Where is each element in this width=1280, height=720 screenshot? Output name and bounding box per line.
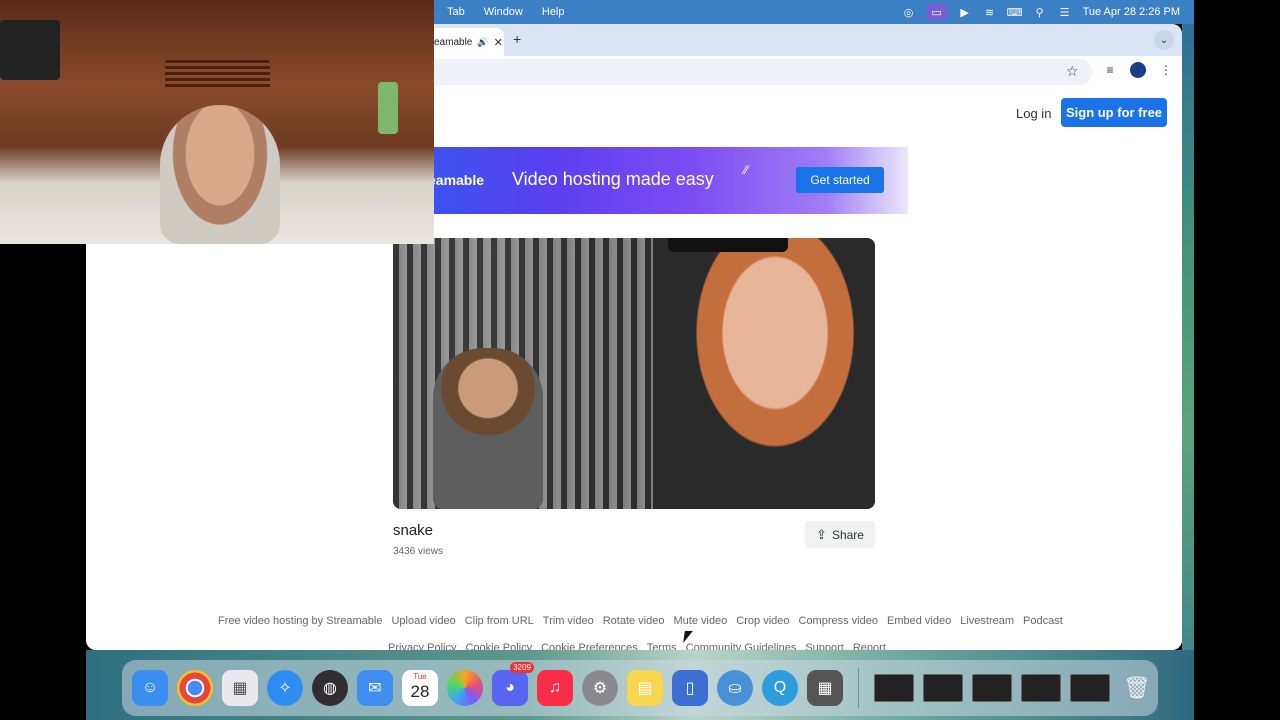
calendar-day: Tue xyxy=(413,672,427,681)
footer-link[interactable]: Cookie Policy xyxy=(465,642,532,650)
tab-streamable[interactable]: eamable 🔊 ✕ xyxy=(424,28,504,56)
wifi-icon[interactable]: ≋ xyxy=(983,6,997,19)
footer-link[interactable]: Community Guidelines xyxy=(686,642,797,650)
video-frame-person-right xyxy=(653,238,875,509)
footer-link[interactable]: Report xyxy=(853,642,886,650)
launchpad-icon[interactable]: ▦ xyxy=(222,670,258,706)
play-icon[interactable]: ▶ xyxy=(958,6,972,19)
video-frame-person-left xyxy=(433,348,543,509)
discord-icon[interactable]: ◕ 3209 xyxy=(492,662,534,706)
search-icon[interactable]: ⚲ xyxy=(1033,6,1047,19)
minimized-window-thumbnail[interactable] xyxy=(972,674,1012,702)
video-title: snake xyxy=(393,522,434,539)
footer-link[interactable]: Podcast xyxy=(1023,615,1063,627)
notes-icon[interactable]: ▤ xyxy=(627,670,663,706)
webcam-vent xyxy=(165,60,270,90)
webcam-person xyxy=(160,105,280,244)
video-frame-glasses xyxy=(668,238,788,252)
mail-icon[interactable]: ✉ xyxy=(357,670,393,706)
footer-link[interactable]: Rotate video xyxy=(603,615,665,627)
close-icon[interactable]: ✕ xyxy=(494,36,503,49)
banner-brand: eamable xyxy=(428,172,485,188)
chevron-down-icon[interactable]: ⌄ xyxy=(1154,30,1174,50)
footer-link[interactable]: Mute video xyxy=(673,615,727,627)
calculator-icon[interactable]: ▦ xyxy=(807,670,843,706)
share-icon: ⇪ xyxy=(816,526,827,542)
desktop-wallpaper xyxy=(1182,0,1194,720)
chrome-icon[interactable] xyxy=(177,670,213,706)
dock: ☺ ▦ ✧ ◍ ✉ Tue 28 ◕ 3209 ♫ ⚙ ▤ ▯ ⛀ Q ▦ 🗑 xyxy=(122,660,1158,716)
minimized-window-thumbnail[interactable] xyxy=(874,674,914,702)
screen-record-icon[interactable]: ▭ xyxy=(926,4,947,20)
profile-avatar[interactable]: i xyxy=(1130,62,1146,78)
settings-icon[interactable]: ⚙ xyxy=(582,670,618,706)
mouse-cursor xyxy=(683,631,693,643)
screen: Tab Window Help ◎ ▭ ▶ ≋ ⌨ ⚲ ☰ Tue Apr 28… xyxy=(0,0,1280,720)
quicktime-icon[interactable]: Q xyxy=(762,670,798,706)
creative-cloud-icon[interactable]: ◎ xyxy=(902,6,916,19)
dock-divider xyxy=(858,668,859,708)
menu-window[interactable]: Window xyxy=(484,6,523,18)
calendar-date: 28 xyxy=(410,682,430,701)
webcam-radio-panel xyxy=(0,20,60,80)
safari-icon[interactable]: ✧ xyxy=(267,670,303,706)
obs-icon[interactable]: ◍ xyxy=(312,670,348,706)
calendar-icon[interactable]: Tue 28 xyxy=(402,670,438,706)
control-center-icon[interactable]: ☰ xyxy=(1058,6,1072,19)
menu-help[interactable]: Help xyxy=(542,6,565,18)
get-started-button[interactable]: Get started xyxy=(796,167,884,193)
media-controls-icon[interactable]: ≡ xyxy=(1102,62,1118,78)
minimized-window-thumbnail[interactable] xyxy=(1021,674,1061,702)
menu-bar: Tab Window Help ◎ ▭ ▶ ≋ ⌨ ⚲ ☰ Tue Apr 28… xyxy=(434,0,1194,24)
webcam-bottle xyxy=(378,82,398,134)
more-menu-icon[interactable]: ⋮ xyxy=(1158,62,1174,78)
footer-link[interactable]: Free video hosting by Streamable xyxy=(218,615,382,627)
video-views: 3436 views xyxy=(393,546,444,557)
menubar-clock[interactable]: Tue Apr 28 2:26 PM xyxy=(1083,6,1180,18)
ad-banner[interactable]: eamable Video hosting made easy ⁄⁄ Get s… xyxy=(362,147,908,214)
footer-links: Free video hosting by Streamable Upload … xyxy=(218,615,1063,627)
tab-title: eamable xyxy=(434,36,473,48)
share-label: Share xyxy=(831,527,864,542)
footer-link[interactable]: Trim video xyxy=(543,615,594,627)
photos-icon[interactable] xyxy=(447,670,483,706)
share-button[interactable]: ⇪ Share xyxy=(805,521,875,548)
footer-link[interactable]: Upload video xyxy=(391,615,455,627)
sparkle-icon: ⁄⁄ xyxy=(744,163,749,177)
new-tab-button[interactable]: + xyxy=(513,31,521,47)
footer-link[interactable]: Livestream xyxy=(960,615,1014,627)
keyboard-icon[interactable]: ⌨ xyxy=(1007,6,1023,19)
footer-link[interactable]: Privacy Policy xyxy=(388,642,456,650)
footer-link[interactable]: Terms xyxy=(647,642,677,650)
app-icon[interactable]: ⛀ xyxy=(717,670,753,706)
footer-link[interactable]: Compress video xyxy=(799,615,878,627)
banner-tagline: Video hosting made easy xyxy=(512,169,714,189)
footer-link[interactable]: Support xyxy=(805,642,844,650)
toolbar-icons: ≡ i ⋮ xyxy=(1102,62,1174,78)
star-icon[interactable]: ☆ xyxy=(1066,63,1079,80)
preview-icon[interactable]: ▯ xyxy=(672,670,708,706)
footer-link[interactable]: Clip from URL xyxy=(465,615,534,627)
finder-icon[interactable]: ☺ xyxy=(132,670,168,706)
footer-link[interactable]: Embed video xyxy=(887,615,951,627)
music-icon[interactable]: ♫ xyxy=(537,670,573,706)
trash-icon[interactable]: 🗑 xyxy=(1119,670,1155,706)
minimized-window-thumbnail[interactable] xyxy=(923,674,963,702)
status-area: ◎ ▭ ▶ ≋ ⌨ ⚲ ☰ Tue Apr 28 2:26 PM xyxy=(902,4,1194,20)
menu-tab[interactable]: Tab xyxy=(447,6,465,18)
signup-button[interactable]: Sign up for free xyxy=(1061,98,1167,127)
minimized-window-thumbnail[interactable] xyxy=(1070,674,1110,702)
video-player[interactable] xyxy=(393,238,875,509)
address-bar[interactable] xyxy=(424,59,1092,85)
discord-badge: 3209 xyxy=(510,662,534,673)
footer-link[interactable]: Crop video xyxy=(736,615,789,627)
webcam-overlay xyxy=(0,0,434,244)
speaker-icon[interactable]: 🔊 xyxy=(477,37,488,48)
footer-links-secondary: Privacy Policy Cookie Policy Cookie Pref… xyxy=(388,642,886,650)
login-link[interactable]: Log in xyxy=(1016,106,1051,121)
footer-link[interactable]: Cookie Preferences xyxy=(541,642,638,650)
